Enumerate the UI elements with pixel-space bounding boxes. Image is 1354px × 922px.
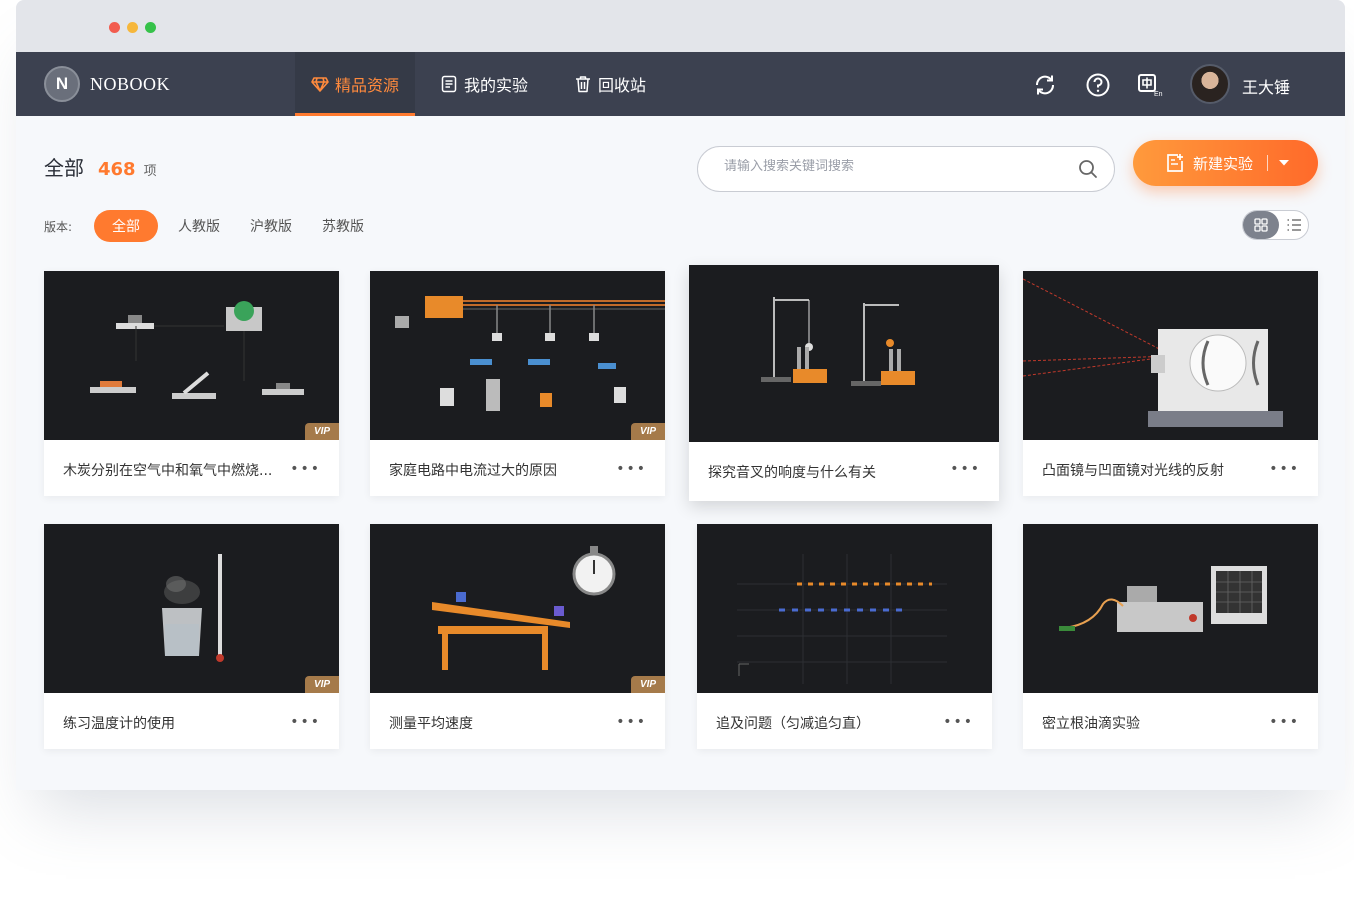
tab-my-experiments[interactable]: 我的实验 [440,52,528,116]
card-title: 密立根油滴实验 [1042,716,1140,732]
vip-badge: VIP [631,676,665,693]
logo-mark: N [44,66,80,102]
vip-badge: VIP [305,676,339,693]
page-title: 全部 [44,156,84,180]
more-options-icon[interactable]: ••• [1269,461,1300,477]
page-heading: 全部 468 项 [44,152,157,181]
experiment-card[interactable]: 凸面镜与凹面镜对光线的反射 ••• [1023,271,1318,496]
document-icon [440,75,458,93]
card-title: 家庭电路中电流过大的原因 [389,463,557,479]
filter-pep[interactable]: 人教版 [178,216,220,236]
tab-recycle-bin[interactable]: 回收站 [574,52,646,116]
experiment-card[interactable]: 探究音叉的响度与什么有关 ••• [689,265,999,501]
title-bar [16,0,1345,52]
card-thumbnail [697,524,992,693]
button-divider [1267,155,1269,171]
more-options-icon[interactable]: ••• [943,714,974,730]
card-title: 凸面镜与凹面镜对光线的反射 [1042,463,1224,479]
experiment-card[interactable]: 追及问题（匀减追匀直） ••• [697,524,992,749]
filter-all[interactable]: 全部 [94,210,159,242]
card-thumbnail: VIP [370,271,665,440]
card-title: 木炭分别在空气中和氧气中燃烧... [63,463,273,479]
card-title: 追及问题（匀减追匀直） [716,716,870,732]
card-thumbnail: VIP [370,524,665,693]
svg-text:En: En [1154,91,1163,98]
trash-icon [574,75,592,93]
view-toggle [1242,210,1309,240]
experiment-card[interactable]: VIP 家庭电路中电流过大的原因 ••• [370,271,665,496]
card-thumbnail: VIP [44,271,339,440]
help-icon[interactable] [1085,72,1111,98]
experiment-card[interactable]: VIP 练习温度计的使用 ••• [44,524,339,749]
vip-badge: VIP [305,423,339,440]
search-input[interactable] [724,159,1054,174]
card-title: 测量平均速度 [389,716,473,732]
version-filter: 版本: 全部 人教版 沪教版 苏教版 [44,210,394,242]
logo[interactable]: N NOBOOK [44,66,170,102]
search-icon[interactable] [1078,159,1098,179]
more-options-icon[interactable]: ••• [616,714,647,730]
chevron-down-icon[interactable] [1278,159,1290,167]
filter-shanghai[interactable]: 沪教版 [250,216,292,236]
card-thumbnail [1023,271,1318,440]
result-unit: 项 [143,164,157,179]
card-thumbnail: VIP [44,524,339,693]
more-options-icon[interactable]: ••• [290,714,321,730]
logo-text: NOBOOK [90,73,171,94]
search-box [697,146,1115,192]
language-icon[interactable]: En [1137,72,1163,98]
vip-badge: VIP [631,423,665,440]
maximize-window-button[interactable] [145,22,156,33]
new-file-icon [1165,153,1185,173]
minimize-window-button[interactable] [127,22,138,33]
result-count: 468 [98,159,136,180]
card-title: 练习温度计的使用 [63,716,175,732]
tab-label: 我的实验 [464,76,529,95]
more-options-icon[interactable]: ••• [290,461,321,477]
card-thumbnail [689,265,999,442]
tab-label: 回收站 [598,76,647,95]
grid-view-icon[interactable] [1243,211,1279,239]
tab-premium-resources[interactable]: 精品资源 [295,52,415,116]
experiment-card[interactable]: VIP 木炭分别在空气中和氧气中燃烧... ••• [44,271,339,496]
avatar[interactable] [1190,64,1230,104]
list-view-icon[interactable] [1286,217,1302,233]
card-title: 探究音叉的响度与什么有关 [708,465,876,481]
app-window: N NOBOOK 精品资源 我的实验 回收站 En 王大锤 全部 468 项 请… [16,0,1345,790]
new-experiment-button[interactable]: 新建实验 [1133,140,1318,186]
more-options-icon[interactable]: ••• [950,461,981,477]
experiment-card[interactable]: VIP 测量平均速度 ••• [370,524,665,749]
experiment-card[interactable]: 密立根油滴实验 ••• [1023,524,1318,749]
filter-label: 版本: [44,219,73,234]
diamond-icon [311,75,329,93]
close-window-button[interactable] [109,22,120,33]
sync-icon[interactable] [1032,72,1058,98]
more-options-icon[interactable]: ••• [1269,714,1300,730]
card-thumbnail [1023,524,1318,693]
top-nav: N NOBOOK 精品资源 我的实验 回收站 En 王大锤 [16,52,1345,116]
username[interactable]: 王大锤 [1242,74,1290,98]
new-experiment-label: 新建实验 [1193,154,1254,173]
tab-label: 精品资源 [334,76,399,95]
filter-jiangsu[interactable]: 苏教版 [322,216,364,236]
more-options-icon[interactable]: ••• [616,461,647,477]
